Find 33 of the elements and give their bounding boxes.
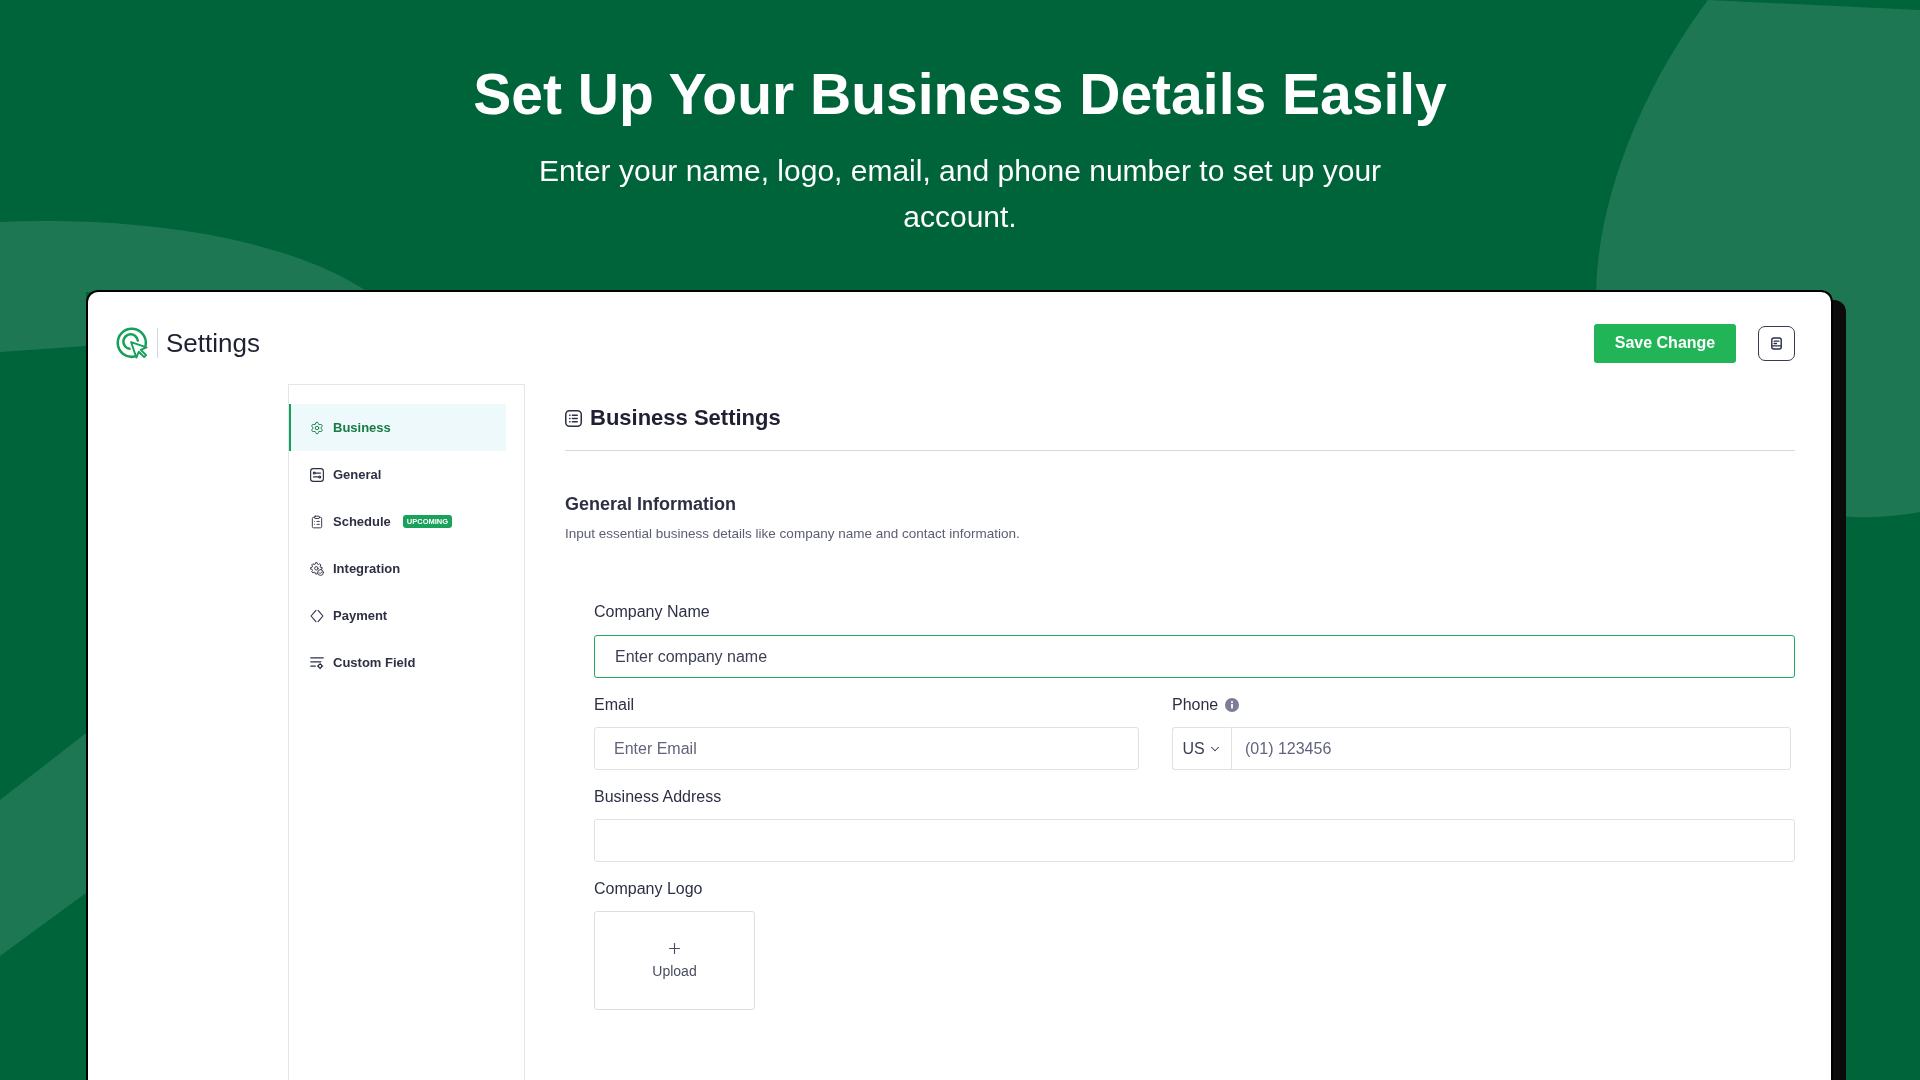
notes-button[interactable]: [1758, 325, 1795, 361]
list-gear-icon: [310, 655, 324, 670]
diamond-icon: [310, 608, 324, 623]
subsection-title: General Information: [565, 493, 738, 516]
address-input[interactable]: [594, 819, 1795, 862]
country-select[interactable]: US: [1172, 727, 1231, 770]
field-label: Business Address: [594, 787, 723, 807]
sidebar-item[interactable]: General: [289, 451, 506, 498]
sliders-icon: [310, 467, 324, 482]
info-icon: [1225, 698, 1240, 712]
clipboard-icon: [310, 514, 324, 529]
phone-input[interactable]: (01) 123456: [1231, 727, 1791, 770]
section-heading: Business Settings: [590, 404, 781, 432]
gear-check-icon: [310, 561, 324, 576]
sidebar-item[interactable]: Custom Field: [289, 639, 506, 686]
gear-icon: [310, 420, 324, 435]
subsection-description: Input essential business details like company name and contact information.: [565, 525, 1021, 543]
field-label: Phone: [1172, 695, 1219, 715]
field-label: Email: [594, 695, 635, 715]
company-name-input[interactable]: Enter company name: [594, 635, 1795, 678]
email-input[interactable]: Enter Email: [594, 727, 1139, 770]
list-icon: [565, 409, 582, 427]
upload-button[interactable]: Upload: [594, 911, 755, 1010]
field-label: Company Name: [594, 602, 711, 622]
field-label: Company Logo: [594, 879, 704, 899]
page-title: Settings: [166, 327, 260, 359]
hero-subtitle: Enter your name, logo, email, and phone number to set up your account.: [537, 153, 1383, 235]
sidebar-item[interactable]: Payment: [289, 592, 506, 639]
hero-title: Set Up Your Business Details Easily: [472, 61, 1448, 128]
sidebar-item[interactable]: Integration: [289, 545, 506, 592]
target-cursor-icon: [116, 326, 149, 360]
note-icon: [1771, 336, 1782, 350]
sidebar-item[interactable]: Business: [289, 404, 506, 451]
